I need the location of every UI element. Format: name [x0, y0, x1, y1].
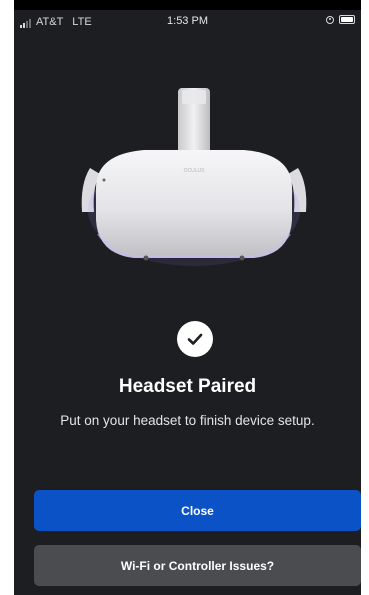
checkmark-icon	[187, 333, 203, 345]
wifi-controller-issues-button[interactable]: Wi-Fi or Controller Issues?	[34, 545, 361, 586]
app-screen: AT&T LTE 1:53 PM OCULUS Headset Paired P…	[14, 0, 361, 595]
close-button[interactable]: Close	[34, 490, 361, 531]
status-right	[326, 15, 355, 24]
vr-headset-icon: OCULUS	[81, 88, 307, 266]
orientation-lock-icon	[326, 15, 334, 24]
status-bar: AT&T LTE 1:53 PM	[14, 10, 361, 34]
top-bezel	[14, 0, 361, 10]
battery-icon	[339, 15, 355, 24]
page-title: Headset Paired	[118, 376, 257, 397]
checkmark-badge	[177, 321, 213, 357]
status-time: 1:53 PM	[167, 15, 208, 27]
headset-image: OCULUS	[74, 84, 314, 274]
headset-logo: OCULUS	[184, 168, 206, 174]
page-subtitle: Put on your headset to finish device set…	[60, 413, 315, 428]
